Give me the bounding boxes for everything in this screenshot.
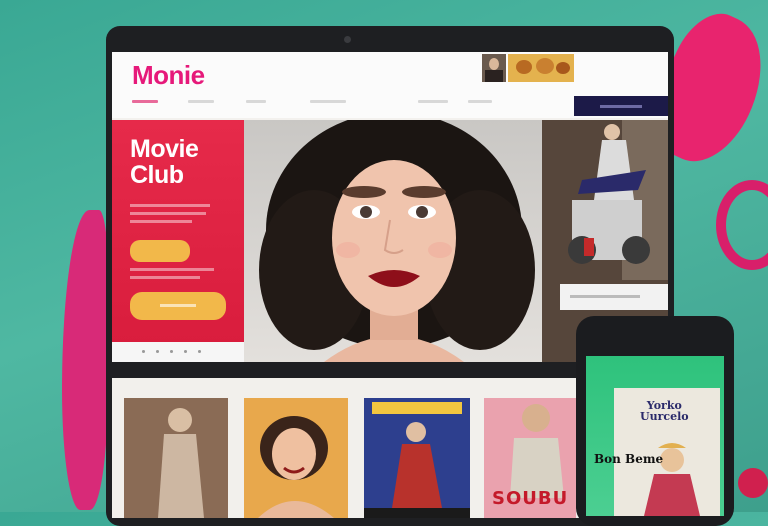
- header-thumbnail-food[interactable]: [508, 54, 574, 82]
- nav-cta-button[interactable]: [574, 96, 668, 116]
- hero-text-line: [130, 212, 206, 215]
- movie-poster-3[interactable]: [364, 398, 470, 518]
- hero-title: Movie Club: [130, 135, 199, 189]
- website-screen: Monie Movie Club: [112, 52, 668, 362]
- movie-poster-1[interactable]: [124, 398, 228, 518]
- hero-secondary-button[interactable]: [130, 292, 226, 320]
- phone-poster-title-line2: Uurcelo: [640, 410, 689, 423]
- phone-poster-title: Yorko Uurcelo: [640, 400, 689, 422]
- portrait-illustration: [259, 120, 535, 362]
- hero-portrait-image: [244, 120, 542, 362]
- movie-poster-2[interactable]: [244, 398, 348, 518]
- nav-link-3[interactable]: [246, 100, 266, 103]
- webcam: [344, 36, 351, 43]
- carousel-dot[interactable]: [170, 350, 173, 353]
- nav-link-6[interactable]: [468, 100, 492, 103]
- carousel-dot[interactable]: [156, 350, 159, 353]
- hero-text-line: [130, 220, 192, 223]
- site-logo[interactable]: Monie: [132, 60, 205, 91]
- hero-title-line2: Club: [130, 161, 184, 189]
- nav-link-2[interactable]: [188, 100, 214, 103]
- nav-link-4[interactable]: [310, 100, 346, 103]
- carousel-dot[interactable]: [142, 350, 145, 353]
- hero-text-line: [130, 276, 200, 279]
- header-thumbnail-portrait[interactable]: [482, 54, 506, 82]
- hero-primary-button[interactable]: [130, 240, 190, 262]
- carousel-dot[interactable]: [184, 350, 187, 353]
- hero-footer-strip: [112, 342, 244, 362]
- top-navigation-bar: Monie: [112, 52, 668, 118]
- hero-title-line1: Movie: [130, 135, 199, 163]
- decor-pink-blob-left: [62, 210, 108, 510]
- decor-pink-right-bottom: [738, 468, 768, 498]
- carousel-dot[interactable]: [198, 350, 201, 353]
- hero-text-line: [130, 204, 210, 207]
- hero-text-line: [130, 268, 214, 271]
- phone-app-title: Bon Beme: [594, 452, 664, 466]
- nav-link-1[interactable]: [132, 100, 158, 103]
- side-caption-card[interactable]: [560, 284, 668, 310]
- movie-poster-4[interactable]: SOUBU: [484, 398, 576, 518]
- poster-4-label: SOUBU: [492, 488, 569, 509]
- nav-link-5[interactable]: [418, 100, 448, 103]
- decor-pink-swirl-right: [716, 180, 768, 270]
- hero-panel: Movie Club: [112, 120, 244, 362]
